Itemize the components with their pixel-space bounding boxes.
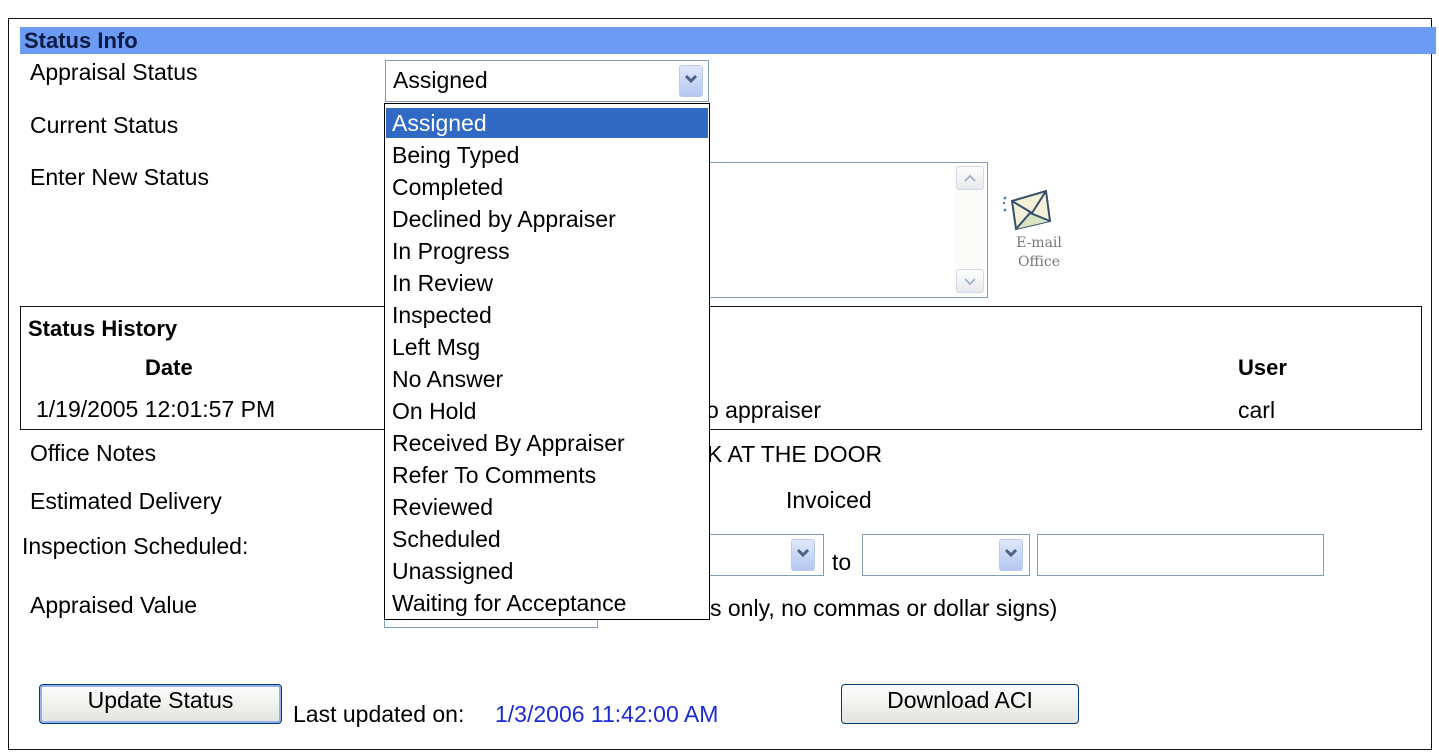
invoiced-label: Invoiced — [786, 487, 872, 513]
update-status-button[interactable]: Update Status — [39, 684, 282, 724]
user-column-header: User — [1238, 355, 1287, 380]
status-option[interactable]: Refer To Comments — [386, 460, 708, 490]
history-row-status: o appraiser — [706, 397, 822, 423]
history-row-user: carl — [1238, 397, 1276, 423]
email-office-line1: E-mail — [1016, 235, 1062, 251]
status-option[interactable]: Received By Appraiser — [386, 428, 708, 458]
inspection-end-select[interactable] — [862, 534, 1030, 576]
to-label: to — [832, 549, 852, 575]
inspection-start-select[interactable] — [700, 534, 824, 576]
scroll-up-button[interactable] — [956, 166, 984, 190]
status-option[interactable]: Reviewed — [386, 492, 708, 522]
status-option[interactable]: Scheduled — [386, 524, 708, 554]
appraisal-status-select[interactable]: Assigned — [385, 60, 709, 102]
status-option[interactable]: Declined by Appraiser — [386, 204, 708, 234]
status-option[interactable]: Completed — [386, 172, 708, 202]
chevron-down-icon[interactable] — [679, 65, 703, 97]
status-option[interactable]: Left Msg — [386, 332, 708, 362]
appraisal-status-value: Assigned — [393, 67, 488, 93]
appraised-value-hint: s only, no commas or dollar signs) — [710, 595, 1058, 621]
current-status-label: Current Status — [30, 112, 179, 138]
status-option[interactable]: Assigned — [386, 108, 708, 138]
status-option[interactable]: Being Typed — [386, 140, 708, 170]
status-option[interactable]: In Progress — [386, 236, 708, 266]
appraised-value-label: Appraised Value — [30, 592, 198, 618]
inspection-note-input[interactable] — [1037, 534, 1324, 576]
section-header: Status Info — [20, 27, 1436, 54]
status-option[interactable]: No Answer — [386, 364, 708, 394]
textarea-scrollbar[interactable] — [954, 164, 986, 296]
status-option[interactable]: Waiting for Acceptance — [386, 588, 708, 618]
office-notes-value: K AT THE DOOR — [707, 441, 883, 467]
download-aci-button[interactable]: Download ACI — [841, 684, 1079, 724]
appraisal-status-listbox[interactable]: Assigned Being Typed Completed Declined … — [384, 103, 710, 620]
last-updated-value: 1/3/2006 11:42:00 AM — [495, 701, 719, 727]
envelope-icon — [1003, 189, 1052, 231]
office-notes-label: Office Notes — [30, 440, 157, 466]
inspection-scheduled-label: Inspection Scheduled: — [22, 533, 249, 559]
chevron-down-icon[interactable] — [999, 539, 1023, 571]
history-row-date: 1/19/2005 12:01:57 PM — [36, 396, 276, 422]
chevron-down-icon[interactable] — [791, 539, 815, 571]
status-option[interactable]: Unassigned — [386, 556, 708, 586]
scroll-down-button[interactable] — [956, 269, 984, 293]
estimated-delivery-label: Estimated Delivery — [30, 488, 222, 514]
status-history-title: Status History — [28, 316, 178, 341]
status-option[interactable]: Inspected — [386, 300, 708, 330]
appraisal-status-label: Appraisal Status — [30, 59, 198, 85]
email-office-line2: Office — [1017, 254, 1061, 270]
date-column-header: Date — [145, 355, 193, 380]
email-office-link[interactable]: E-mail Office — [996, 185, 1076, 285]
status-option[interactable]: On Hold — [386, 396, 708, 426]
last-updated-label: Last updated on: — [293, 701, 465, 727]
status-option[interactable]: In Review — [386, 268, 708, 298]
new-status-label: Enter New Status — [30, 164, 209, 190]
